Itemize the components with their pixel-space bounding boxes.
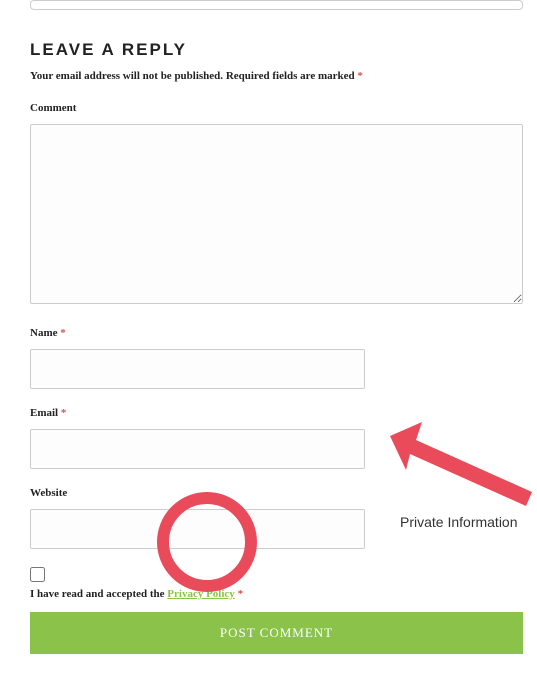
- post-comment-button[interactable]: POST COMMENT: [30, 612, 523, 654]
- privacy-text-before: I have read and accepted the: [30, 588, 165, 600]
- privacy-checkbox[interactable]: [30, 567, 45, 582]
- comment-label: Comment: [30, 102, 523, 114]
- name-label-text: Name: [30, 327, 58, 339]
- email-label: Email *: [30, 407, 523, 419]
- notice-text-1: Your email address will not be published…: [30, 70, 223, 82]
- email-label-text: Email: [30, 407, 58, 419]
- privacy-policy-link[interactable]: Privacy Policy: [167, 588, 235, 600]
- comment-textarea[interactable]: [30, 124, 523, 304]
- required-asterisk: *: [60, 327, 66, 339]
- required-asterisk: *: [357, 70, 363, 82]
- email-field[interactable]: [30, 429, 365, 469]
- name-label: Name *: [30, 327, 523, 339]
- form-notice: Your email address will not be published…: [30, 70, 523, 82]
- previous-box-bottom: [30, 0, 523, 10]
- required-asterisk: *: [238, 588, 244, 600]
- website-field[interactable]: [30, 509, 365, 549]
- notice-text-2: Required fields are marked: [226, 70, 355, 82]
- reply-form: LEAVE A REPLY Your email address will no…: [8, 40, 537, 674]
- name-field[interactable]: [30, 349, 365, 389]
- website-label: Website: [30, 487, 523, 499]
- privacy-row: I have read and accepted the Privacy Pol…: [30, 567, 523, 600]
- required-asterisk: *: [61, 407, 67, 419]
- page-title: LEAVE A REPLY: [30, 40, 523, 60]
